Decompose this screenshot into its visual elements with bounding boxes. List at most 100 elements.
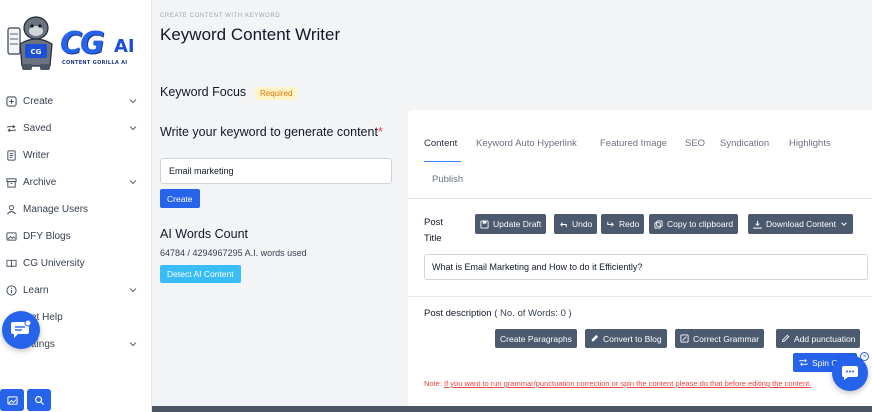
keyword-label: Write your keyword to generate content* (160, 125, 390, 139)
post-description-title: Post description (424, 308, 492, 319)
sidebar-item-label: Writer (23, 150, 50, 161)
search-icon (34, 395, 44, 405)
editing-note: Note: If you want to run grammar/punctua… (424, 378, 844, 390)
ai-words-count-text: 64784 / 4294967295 A.I. words used (160, 248, 307, 258)
search-button[interactable] (27, 389, 51, 411)
required-mark: * (377, 125, 383, 139)
chevron-down-icon (129, 288, 137, 293)
keyword-label-text: Write your keyword to generate content (160, 125, 378, 139)
tab-featured-image[interactable]: Featured Image (600, 138, 667, 149)
create-paragraphs-button[interactable]: Create Paragraphs (495, 329, 577, 348)
page-title: Keyword Content Writer (160, 25, 341, 44)
tab-syndication[interactable]: Syndication (720, 138, 769, 149)
create-button[interactable]: Create (160, 189, 200, 208)
tab-highlights[interactable]: Highlights (789, 138, 831, 149)
info-icon (4, 284, 18, 298)
tab-publish[interactable]: Publish (432, 174, 463, 185)
convert-to-blog-label: Convert to Blog (603, 333, 662, 344)
svg-text:CG: CG (31, 48, 42, 56)
chat-widget-button[interactable] (2, 311, 40, 349)
sidebar: CG CG AI CONTENT GORILLA AI Create Saved (0, 0, 152, 412)
gallery-button[interactable] (0, 389, 24, 411)
pencil-icon (781, 334, 790, 343)
chevron-down-icon (129, 99, 137, 104)
sidebar-item-saved[interactable]: Saved (0, 115, 152, 142)
sidebar-item-archive[interactable]: Archive (0, 169, 152, 196)
redo-label: Redo (619, 219, 640, 229)
logo-brand-suffix: AI (114, 36, 135, 57)
redo-icon (607, 221, 614, 227)
blog-icon (591, 334, 599, 342)
sidebar-item-manage-users[interactable]: Manage Users (0, 196, 152, 223)
copy-icon (654, 219, 663, 229)
detect-ai-content-button[interactable]: Detect AI Content (160, 265, 241, 283)
undo-label: Undo (572, 219, 593, 229)
save-icon (480, 219, 489, 229)
keyword-focus-heading: Keyword Focus (160, 85, 247, 99)
sidebar-item-label: CG University (23, 258, 85, 269)
copy-label: Copy to clipboard (667, 219, 734, 229)
divider (408, 198, 872, 199)
sidebar-item-label: Archive (23, 177, 57, 188)
plus-square-icon (4, 95, 18, 109)
chevron-down-icon (129, 126, 137, 131)
update-draft-button[interactable]: Update Draft (475, 214, 547, 234)
sidebar-item-label: Learn (23, 285, 49, 296)
copy-to-clipboard-button[interactable]: Copy to clipboard (649, 214, 739, 234)
correct-grammar-button[interactable]: Correct Grammar (675, 329, 765, 348)
document-icon (4, 149, 18, 163)
download-label: Download Content (766, 219, 836, 229)
chevron-down-icon (129, 342, 137, 347)
keyword-input[interactable] (160, 158, 392, 184)
sidebar-item-label: Saved (23, 123, 52, 134)
book-icon (4, 257, 18, 271)
active-tab-indicator (424, 161, 461, 162)
sidebar-item-label: DFY Blogs (23, 231, 71, 242)
download-content-button[interactable]: Download Content (748, 214, 853, 234)
image-icon (6, 395, 18, 405)
logo-brand: CG (60, 26, 105, 61)
sidebar-item-cg-university[interactable]: CG University (0, 250, 152, 277)
redo-button[interactable]: Redo (601, 214, 645, 234)
tab-bar: Content Keyword Auto Hyperlink Featured … (424, 136, 864, 188)
bottom-scrollbar[interactable] (152, 406, 872, 412)
correct-grammar-label: Correct Grammar (693, 333, 760, 344)
sidebar-item-learn[interactable]: Learn (0, 277, 152, 304)
note-prefix: Note: (424, 379, 445, 388)
breadcrumb: CREATE CONTENT WITH KEYWORD (160, 13, 281, 19)
ai-words-count-heading: AI Words Count (160, 227, 249, 241)
required-badge: Required (255, 87, 298, 100)
note-text: If you want to run grammar/punctuation c… (444, 379, 812, 388)
post-description-label: Post description ( No. of Words: 0 ) (424, 308, 572, 319)
sidebar-item-create[interactable]: Create (0, 88, 152, 115)
sidebar-item-writer[interactable]: Writer (0, 142, 152, 169)
divider (408, 296, 872, 297)
archive-icon (4, 176, 18, 190)
update-draft-label: Update Draft (493, 219, 542, 229)
user-icon (4, 203, 18, 217)
post-title-input[interactable] (424, 254, 868, 280)
download-icon (753, 220, 762, 229)
logo[interactable]: CG CG AI CONTENT GORILLA AI (4, 12, 144, 78)
sidebar-item-label: Create (23, 96, 54, 107)
chat-bubble-icon (11, 320, 32, 338)
convert-to-blog-button[interactable]: Convert to Blog (585, 329, 667, 348)
gorilla-mascot-icon: CG (7, 16, 53, 70)
tab-content[interactable]: Content (424, 138, 457, 149)
chat-bubble-icon (842, 366, 858, 380)
add-punctuation-label: Add punctuation (794, 333, 856, 344)
repeat-icon (4, 122, 18, 136)
sidebar-item-dfy-blogs[interactable]: DFY Blogs (0, 223, 152, 250)
tab-seo[interactable]: SEO (685, 138, 705, 149)
tab-keyword-auto-hyperlink[interactable]: Keyword Auto Hyperlink (476, 138, 577, 149)
close-icon[interactable]: × (860, 352, 869, 361)
repeat-icon (799, 359, 808, 366)
undo-icon (560, 221, 567, 227)
sidebar-item-label: Manage Users (23, 204, 89, 215)
word-count-text: ( No. of Words: 0 ) (494, 308, 572, 319)
undo-button[interactable]: Undo (554, 214, 598, 234)
edit-icon (680, 334, 689, 343)
add-punctuation-button[interactable]: Add punctuation (776, 329, 861, 348)
logo-tagline: CONTENT GORILLA AI (62, 60, 128, 66)
chevron-down-icon (129, 180, 137, 185)
